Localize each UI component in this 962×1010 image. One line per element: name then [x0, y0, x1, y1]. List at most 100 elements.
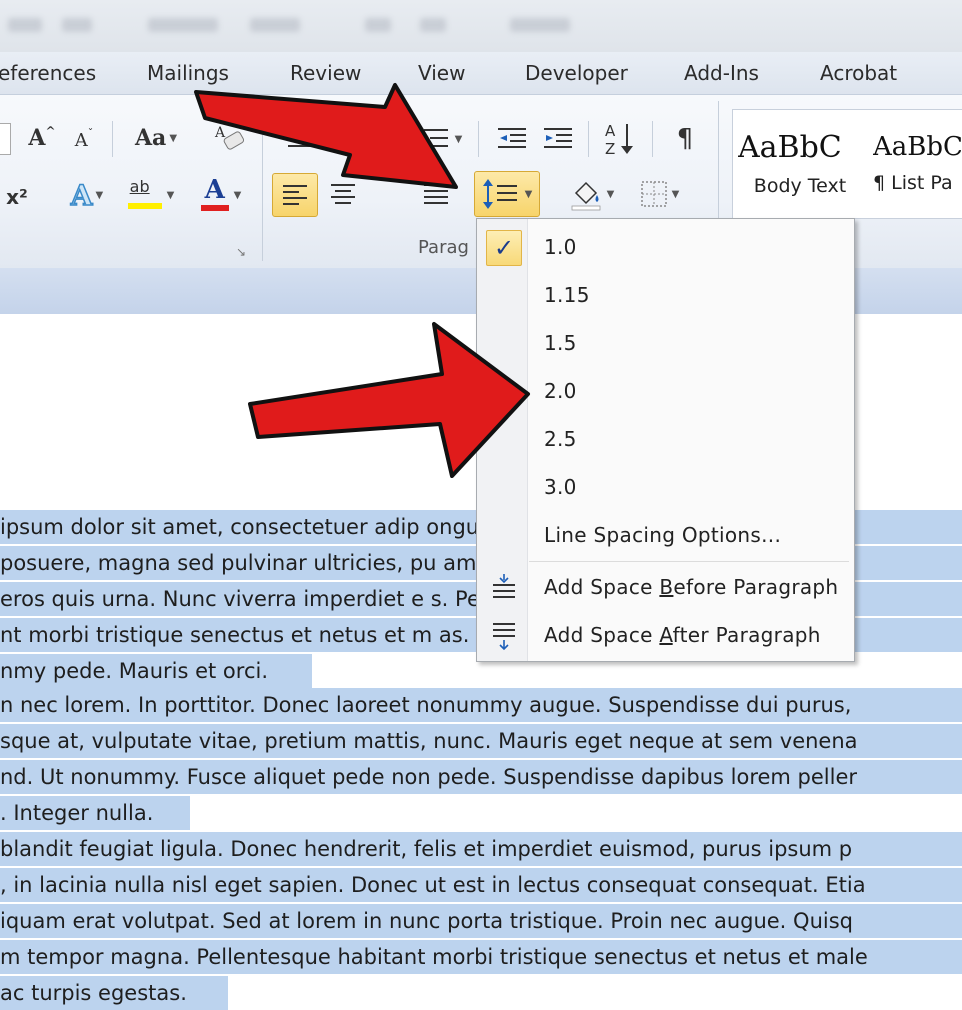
- style-name: ¶ List Pa: [873, 172, 953, 194]
- sort-button[interactable]: A Z: [598, 119, 644, 159]
- clear-formatting-icon: A: [214, 125, 245, 150]
- multilevel-list-button[interactable]: ▼: [420, 121, 464, 157]
- highlight-icon: ab: [127, 177, 164, 213]
- selected-text: nd. Ut nonummy. Fusce aliquet pede non p…: [0, 760, 962, 794]
- sort-icon: A Z: [605, 122, 633, 158]
- style-sample: AaBbC: [873, 132, 961, 162]
- space-after-icon: [493, 623, 515, 651]
- tab-review[interactable]: Review: [290, 61, 361, 85]
- borders-icon: [640, 181, 667, 207]
- title-bar: [0, 0, 962, 52]
- document-line: ac turpis egestas.: [0, 976, 228, 1010]
- space-before-icon: [493, 574, 515, 598]
- menu-item-label: 2.5: [544, 427, 577, 451]
- button-separator: [588, 121, 589, 157]
- menu-item-add-space-after[interactable]: Add Space After Paragraph: [477, 611, 854, 659]
- line-spacing-button[interactable]: ▼: [474, 171, 540, 217]
- tab-view[interactable]: View: [418, 61, 465, 85]
- blurred-title-item: [148, 18, 218, 32]
- document-line: nmy pede. Mauris et orci.: [0, 654, 312, 688]
- bullets-button[interactable]: [283, 121, 323, 157]
- center-button[interactable]: [322, 173, 364, 215]
- menu-item-label: Line Spacing Options...: [544, 523, 782, 547]
- change-case-button[interactable]: Aa ▼: [130, 121, 182, 155]
- justify-button[interactable]: [416, 173, 456, 215]
- highlight-color-bar: [127, 203, 162, 209]
- paragraph-group-label: Parag: [418, 237, 469, 258]
- button-separator: [112, 121, 113, 157]
- selected-text: ac turpis egestas.: [0, 976, 228, 1010]
- highlight-button[interactable]: ab ▼: [120, 175, 182, 215]
- decrease-indent-button[interactable]: [492, 121, 532, 157]
- menu-item-add-space-before[interactable]: Add Space Before Paragraph: [477, 563, 854, 611]
- document-line: . Integer nulla.: [0, 796, 190, 830]
- shading-button[interactable]: ▼: [564, 173, 620, 215]
- document-line: iquam erat volutpat. Sed at lorem in nun…: [0, 904, 962, 938]
- increase-indent-button[interactable]: [538, 121, 578, 157]
- blurred-title-item: [510, 18, 570, 32]
- bullets-icon: [288, 129, 314, 147]
- font-dialog-launcher[interactable]: ↘: [236, 245, 246, 259]
- shrink-font-button[interactable]: Aˇ: [66, 123, 102, 157]
- font-color-bar: [200, 205, 229, 211]
- menu-item-2-5[interactable]: 2.5: [477, 415, 854, 463]
- selected-text: n nec lorem. In porttitor. Donec laoreet…: [0, 688, 962, 722]
- line-spacing-menu: ✓ 1.0 1.15 1.5 2.0 2.5 3.0 Line Spacing …: [476, 218, 855, 662]
- document-line: m tempor magna. Pellentesque habitant mo…: [0, 940, 962, 974]
- superscript-icon: x²: [6, 185, 28, 209]
- menu-item-label: 2.0: [544, 379, 577, 403]
- menu-item-2-0[interactable]: 2.0: [477, 367, 854, 415]
- change-case-icon: Aa: [134, 125, 167, 151]
- font-color-letter: A: [204, 175, 225, 205]
- styles-gallery: AaBbC Body Text AaBbC ¶ List Pa: [732, 109, 962, 219]
- tab-developer[interactable]: Developer: [525, 61, 628, 85]
- blurred-title-item: [420, 18, 446, 32]
- document-line: , in lacinia nulla nisl eget sapien. Don…: [0, 868, 962, 902]
- selected-text: m tempor magna. Pellentesque habitant mo…: [0, 940, 962, 974]
- align-left-button[interactable]: [272, 173, 318, 217]
- menu-item-label: 1.0: [544, 235, 577, 259]
- menu-item-3-0[interactable]: 3.0: [477, 463, 854, 511]
- font-size-box[interactable]: [0, 123, 11, 155]
- font-color-icon: A: [199, 175, 231, 213]
- font-color-button[interactable]: A ▼: [192, 175, 248, 215]
- selected-text: nmy pede. Mauris et orci.: [0, 654, 312, 688]
- menu-item-label: 1.5: [544, 331, 577, 355]
- menu-item-line-spacing-options[interactable]: Line Spacing Options...: [477, 511, 854, 559]
- align-center-icon: [331, 184, 355, 204]
- check-icon: ✓: [486, 230, 522, 266]
- blurred-title-item: [8, 18, 42, 32]
- text-effects-button[interactable]: A ▼: [62, 177, 112, 213]
- borders-button[interactable]: ▼: [630, 173, 688, 215]
- style-list-paragraph[interactable]: AaBbC ¶ List Pa: [873, 110, 962, 216]
- highlight-text: ab: [129, 177, 150, 196]
- menu-item-label: Add Space Before Paragraph: [544, 575, 839, 599]
- tab-add-ins[interactable]: Add-Ins: [684, 61, 759, 85]
- multilevel-list-icon: [423, 129, 448, 147]
- style-body-text[interactable]: AaBbC Body Text: [733, 110, 867, 216]
- tab-mailings[interactable]: Mailings: [147, 61, 229, 85]
- menu-item-label: 3.0: [544, 475, 577, 499]
- selected-text: sque at, vulputate vitae, pretium mattis…: [0, 724, 962, 758]
- tab-references[interactable]: eferences: [0, 61, 96, 85]
- menu-item-1-5[interactable]: 1.5: [477, 319, 854, 367]
- document-line: nd. Ut nonummy. Fusce aliquet pede non p…: [0, 760, 962, 794]
- tab-acrobat[interactable]: Acrobat: [820, 61, 897, 85]
- superscript-button[interactable]: x²: [0, 179, 34, 215]
- show-hide-button[interactable]: ¶: [664, 119, 706, 159]
- ribbon-tabs: eferences Mailings Review View Developer…: [0, 52, 962, 94]
- menu-item-label: 1.15: [544, 283, 590, 307]
- selected-text: blandit feugiat ligula. Donec hendrerit,…: [0, 832, 962, 866]
- align-left-icon: [283, 185, 307, 205]
- svg-text:A: A: [605, 122, 616, 140]
- text-effects-icon: A: [70, 178, 93, 213]
- blurred-title-item: [250, 18, 300, 32]
- selected-text: . Integer nulla.: [0, 796, 190, 830]
- menu-item-1-15[interactable]: 1.15: [477, 271, 854, 319]
- button-separator: [652, 121, 653, 157]
- shrink-font-icon: A: [74, 129, 88, 151]
- group-separator: [262, 101, 263, 261]
- menu-item-1-0[interactable]: ✓ 1.0: [477, 223, 854, 271]
- grow-font-button[interactable]: A ^: [22, 121, 62, 155]
- clear-formatting-button[interactable]: A: [210, 119, 250, 155]
